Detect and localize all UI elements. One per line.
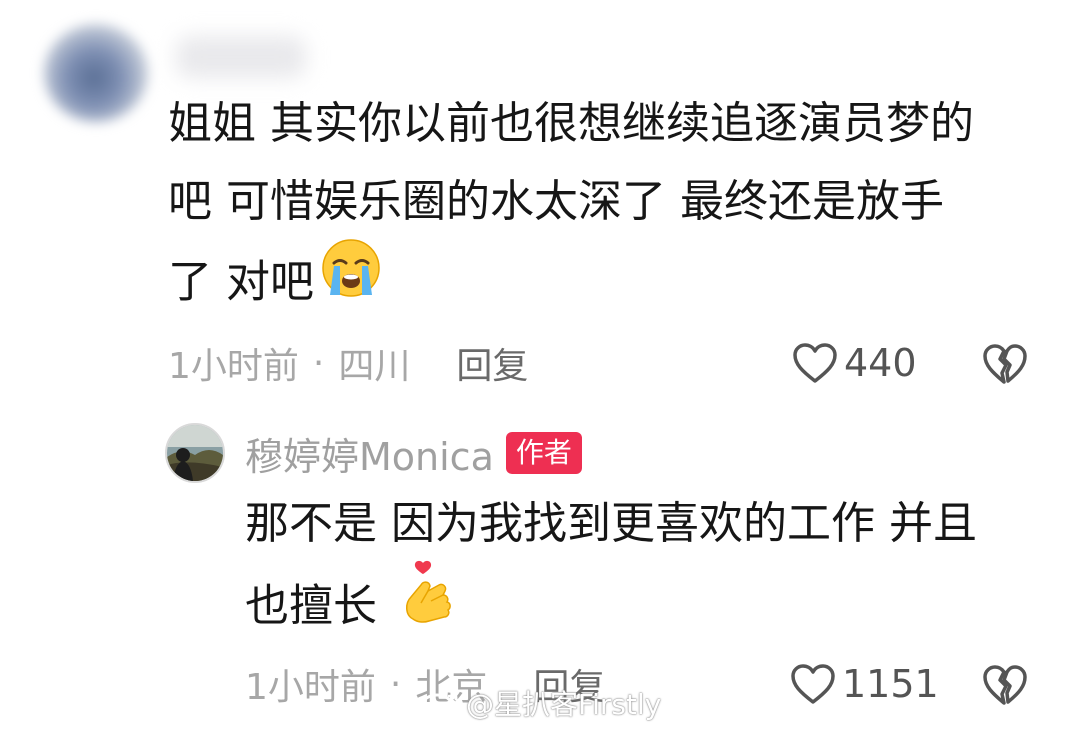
heart-outline-icon (793, 343, 837, 383)
comment-line: 姐姐 其实你以前也很想继续追逐演员梦的 (168, 98, 974, 149)
author-badge: 作者 (505, 432, 582, 474)
comment-location: 四川 (338, 346, 411, 387)
loudly-crying-face-icon (320, 237, 382, 324)
heart-outline-icon (791, 664, 835, 704)
author-header: 穆婷婷Monica 作者 (245, 426, 582, 480)
meta-separator: · (312, 342, 325, 384)
author-name[interactable]: 穆婷婷Monica (245, 426, 494, 481)
comment-line: 了 对吧 (168, 256, 314, 308)
author-avatar[interactable] (165, 423, 225, 483)
reply-line: 那不是 因为我找到更喜欢的工作 并且 (245, 498, 977, 549)
broken-heart-icon (983, 665, 1027, 705)
reply-button[interactable]: 回复 (456, 337, 528, 389)
like-count: 1151 (842, 662, 939, 706)
comment-meta: 1小时前 · 四川 回复 (168, 335, 528, 391)
comment-time: 1小时前 (168, 346, 299, 387)
reply-time: 1小时前 (245, 667, 376, 708)
reply-body: 那不是 因为我找到更喜欢的工作 并且 也擅长 (245, 485, 1055, 641)
watermark: @星扒客Firstly (420, 683, 661, 723)
reply-line: 也擅长 (245, 580, 377, 632)
dislike-button[interactable] (982, 341, 1028, 387)
comment-line: 吧 可惜娱乐圈的水太深了 最终还是放手 (168, 176, 944, 227)
weibo-logo-icon (420, 689, 458, 719)
like-button[interactable]: 440 (792, 335, 917, 391)
meta-separator: · (389, 663, 402, 705)
watermark-text: @星扒客Firstly (466, 688, 662, 721)
comment-thread: 姐姐 其实你以前也很想继续追逐演员梦的 吧 可惜娱乐圈的水太深了 最终还是放手 … (0, 0, 1080, 732)
commenter-avatar[interactable] (44, 24, 148, 122)
broken-heart-icon (983, 344, 1027, 384)
dislike-button[interactable] (982, 662, 1028, 708)
comment-body: 姐姐 其实你以前也很想继续追逐演员梦的 吧 可惜娱乐圈的水太深了 最终还是放手 … (168, 85, 1038, 319)
commenter-name-blurred (176, 36, 306, 78)
finger-heart-icon (399, 559, 459, 650)
like-count: 440 (844, 341, 917, 385)
like-button[interactable]: 1151 (790, 656, 939, 712)
